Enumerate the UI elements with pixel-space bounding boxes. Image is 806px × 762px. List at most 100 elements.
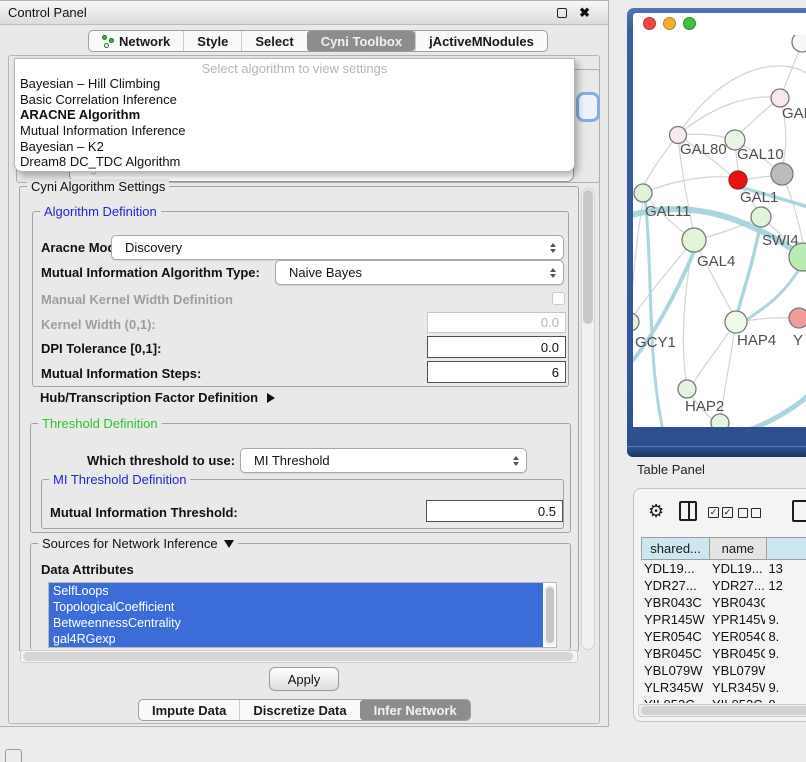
tab-label: Style [197, 34, 228, 49]
dpi-tolerance-field[interactable]: 0.0 [427, 336, 566, 358]
settings-vertical-scrollbar[interactable] [581, 188, 595, 650]
table-row[interactable]: YIL052CYIL052C9 [641, 696, 806, 703]
node-gal4[interactable] [682, 228, 706, 252]
settings-group-title: Cyni Algorithm Settings [27, 179, 169, 194]
columns-icon[interactable] [679, 501, 697, 521]
algorithm-definition-title: Algorithm Definition [40, 204, 161, 219]
tab-style[interactable]: Style [183, 31, 241, 51]
mi-type-combobox[interactable]: Naive Bayes [275, 260, 564, 285]
gear-icon[interactable]: ⚙ [648, 501, 664, 521]
column-header-cut[interactable] [766, 537, 806, 560]
network-edge[interactable] [678, 97, 780, 135]
tab-select[interactable]: Select [241, 31, 306, 51]
node-gal11[interactable] [634, 184, 652, 202]
deselect-all-icon[interactable] [738, 508, 761, 518]
node-hap4[interactable] [725, 311, 747, 333]
float-panel-icon[interactable] [557, 8, 567, 18]
network-edge-thick[interactable] [645, 197, 663, 427]
table-cell: YBL079W [709, 662, 765, 679]
table-row[interactable]: YER054CYER054C8. [641, 628, 806, 645]
table-row[interactable]: YBR045CYBR045C9. [641, 645, 806, 662]
table-row[interactable]: YBR043CYBR043C [641, 594, 806, 611]
tab-network[interactable]: Network [89, 31, 183, 51]
column-header-name[interactable]: name [709, 537, 766, 560]
table-cell: YER054C [709, 628, 765, 645]
data-attributes-list[interactable]: SelfLoopsTopologicalCoefficientBetweenne… [48, 582, 557, 648]
algorithm-option-bayesian-hill-climbing[interactable]: Bayesian – Hill Climbing [15, 76, 574, 92]
document-icon[interactable] [792, 500, 806, 522]
threshold-definition-group: Threshold Definition Which threshold to … [30, 423, 571, 533]
attribute-item-selfloops[interactable]: SelfLoops [49, 583, 543, 599]
expand-right-icon [267, 393, 275, 403]
algorithm-option-mutual-information-inference[interactable]: Mutual Information Inference [15, 123, 574, 139]
tab-label: jActiveMNodules [429, 34, 534, 49]
close-panel-icon[interactable]: ✖ [579, 8, 590, 18]
settings-vscroll-thumb[interactable] [583, 190, 593, 324]
manual-kernel-checkbox[interactable] [552, 292, 565, 305]
window-traffic-lights [633, 13, 806, 35]
aracne-mode-value: Discovery [125, 240, 182, 255]
tab-label: Discretize Data [253, 703, 346, 718]
tab-cyni-toolbox[interactable]: Cyni Toolbox [307, 31, 415, 51]
network-canvas[interactable]: GALGAL80GAL10GAL1GAL11SWI4GAL4GCY1HAP4YH… [633, 35, 806, 427]
attributes-scrollbar-thumb[interactable] [546, 587, 554, 643]
mi-threshold-field[interactable]: 0.5 [426, 500, 563, 522]
network-edge[interactable] [643, 177, 730, 193]
node-unnamed-top[interactable] [792, 35, 806, 52]
tab-infer-network[interactable]: Infer Network [360, 700, 470, 720]
table-row[interactable]: YDL19...YDL19...13 [641, 560, 806, 577]
node-hap2[interactable] [678, 380, 696, 398]
algorithm-option-basic-correlation-inference[interactable]: Basic Correlation Inference [15, 92, 574, 108]
attributes-scrollbar[interactable] [544, 585, 555, 646]
collapsed-panel-icon[interactable] [5, 749, 22, 762]
network-edge-thick[interactable] [736, 221, 761, 319]
node-label-hap2: HAP2 [685, 398, 724, 415]
zoom-window-icon[interactable] [683, 17, 696, 30]
node-bottom[interactable] [711, 414, 729, 427]
cyni-algorithm-settings-group: Cyni Algorithm Settings Algorithm Defini… [19, 186, 579, 652]
hub-definition-expander[interactable]: Hub/Transcription Factor Definition [40, 390, 275, 405]
tab-label: Network [119, 34, 170, 49]
aracne-mode-combobox[interactable]: Discovery [111, 235, 564, 260]
algorithm-option-aracne-algorithm[interactable]: ARACNE Algorithm [15, 107, 574, 123]
table-hscroll-thumb[interactable] [641, 706, 806, 715]
mi-steps-field[interactable]: 6 [427, 361, 566, 383]
node-selected[interactable] [729, 171, 747, 189]
select-all-icon[interactable]: ✓✓ [708, 507, 733, 518]
close-window-icon[interactable] [643, 17, 656, 30]
table-row[interactable]: YBL079WYBL079W [641, 662, 806, 679]
kernel-width-field[interactable]: 0.0 [427, 312, 566, 333]
minimize-window-icon[interactable] [663, 17, 676, 30]
attribute-item-betweennesscentrality[interactable]: BetweennessCentrality [49, 615, 543, 631]
table-cell: YDL19... [709, 560, 765, 577]
node-y-cut[interactable] [789, 308, 806, 328]
mi-steps-value: 6 [552, 365, 559, 380]
apply-button[interactable]: Apply [269, 667, 339, 691]
kernel-width-value: 0.0 [541, 315, 559, 330]
table-row[interactable]: YLR345WYLR345W9. [641, 679, 806, 696]
node-gcy1[interactable] [633, 313, 639, 331]
algorithm-option-bayesian-k2[interactable]: Bayesian – K2 [15, 139, 574, 155]
attribute-item-topologicalcoefficient[interactable]: TopologicalCoefficient [49, 599, 543, 615]
attribute-item-gal4rgexp[interactable]: gal4RGexp [49, 631, 543, 647]
settings-horizontal-scrollbar[interactable] [20, 650, 578, 663]
network-edge-thick[interactable] [633, 247, 696, 370]
table-row[interactable]: YDR27...YDR27...12 [641, 577, 806, 594]
tab-discretize-data[interactable]: Discretize Data [239, 700, 359, 720]
column-header-shared[interactable]: shared... [641, 537, 710, 560]
table-row[interactable]: YPR145WYPR145W9. [641, 611, 806, 628]
which-threshold-combobox[interactable]: MI Threshold [240, 448, 527, 473]
collapse-down-icon[interactable] [224, 540, 234, 548]
sources-group: Sources for Network Inference Data Attri… [30, 543, 571, 650]
table-cell: YBL079W [641, 662, 709, 679]
tab-jactivemnodules[interactable]: jActiveMNodules [415, 31, 547, 51]
algorithm-option-dream8-dc-tdc-algorithm[interactable]: Dream8 DC_TDC Algorithm [15, 154, 574, 170]
node-gal1[interactable] [751, 207, 771, 227]
settings-hscroll-thumb[interactable] [23, 652, 573, 661]
table-horizontal-scrollbar[interactable] [638, 704, 806, 717]
table-toolbar: ⚙ ✓✓ [634, 499, 806, 529]
node-gray[interactable] [771, 163, 793, 185]
table-cell: 9. [765, 611, 806, 628]
manual-kernel-label: Manual Kernel Width Definition [41, 292, 233, 307]
tab-impute-data[interactable]: Impute Data [139, 700, 239, 720]
